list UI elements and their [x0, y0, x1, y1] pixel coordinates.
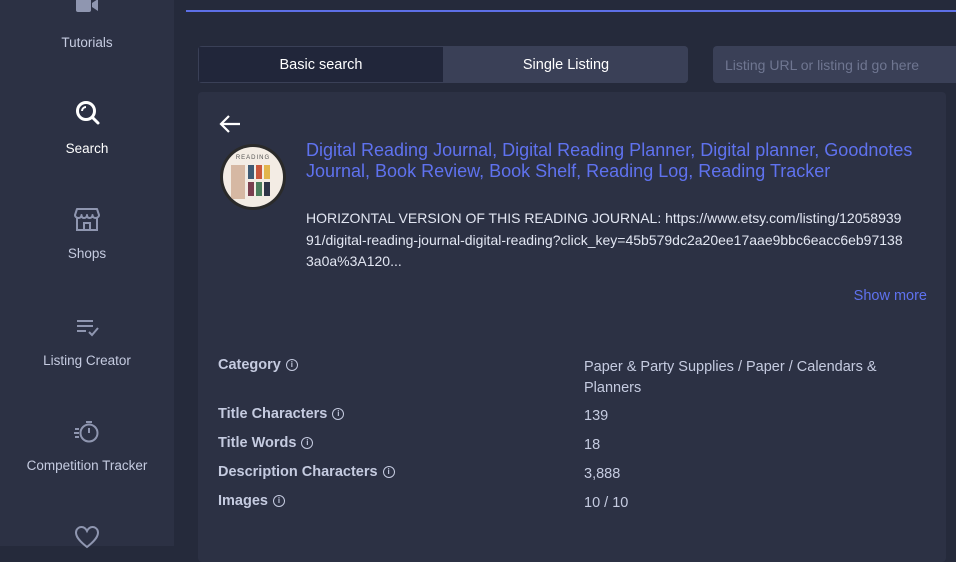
listing-description: HORIZONTAL VERSION OF THIS READING JOURN…: [306, 210, 903, 269]
detail-value: 18: [584, 437, 601, 453]
detail-value: 3,888: [584, 466, 621, 482]
detail-label: Images: [218, 493, 268, 509]
sidebar-item-tutorials[interactable]: Tutorials: [0, 0, 174, 50]
listing-thumbnail: READING: [220, 144, 286, 210]
info-icon[interactable]: i: [301, 437, 314, 449]
info-icon[interactable]: i: [285, 359, 298, 371]
sidebar-item-listing-creator[interactable]: Listing Creator: [0, 313, 174, 368]
info-icon[interactable]: i: [382, 466, 395, 478]
show-more-link[interactable]: Show more: [854, 288, 927, 304]
heart-icon: [74, 525, 100, 549]
search-icon: [76, 101, 100, 125]
info-icon[interactable]: i: [332, 408, 345, 420]
detail-value: Paper & Party Supplies / Paper / Calenda…: [584, 359, 877, 396]
sidebar-item-competition-tracker[interactable]: Competition Tracker: [0, 418, 174, 473]
header-divider: [186, 10, 956, 12]
sidebar-item-favorites[interactable]: [0, 523, 174, 551]
tab-basic-search[interactable]: Basic search: [198, 46, 444, 83]
sidebar-item-label: Competition Tracker: [26, 458, 148, 473]
search-mode-tabs: Basic search Single Listing: [198, 46, 688, 83]
detail-label: Category: [218, 357, 281, 373]
arrow-left-icon[interactable]: [218, 114, 242, 134]
sidebar: Tutorials Search Shops Listing Creator C…: [0, 0, 174, 549]
sidebar-item-label: Tutorials: [61, 35, 113, 50]
shop-icon: [74, 208, 100, 231]
listing-title-link[interactable]: Digital Reading Journal, Digital Reading…: [306, 140, 926, 182]
detail-value: 10 / 10: [584, 495, 629, 511]
thumbnail-caption: READING: [235, 155, 271, 161]
sidebar-item-label: Shops: [67, 246, 107, 261]
detail-label: Description Characters: [218, 464, 378, 480]
list-check-icon: [77, 320, 99, 337]
detail-label: Title Words: [218, 435, 297, 451]
detail-value: 139: [584, 408, 609, 424]
detail-label: Title Characters: [218, 406, 328, 422]
info-icon[interactable]: i: [272, 495, 285, 507]
sidebar-item-label: Search: [65, 141, 109, 156]
sidebar-item-shops[interactable]: Shops: [0, 205, 174, 261]
listing-panel: READING Digital Reading Journal, Digital…: [198, 92, 946, 562]
stopwatch-icon: [74, 421, 99, 443]
sidebar-item-label: Listing Creator: [43, 353, 131, 368]
listing-url-input[interactable]: [713, 46, 956, 83]
video-camera-icon: [76, 0, 98, 12]
tab-single-listing[interactable]: Single Listing: [444, 46, 688, 83]
sidebar-item-search[interactable]: Search: [0, 99, 174, 156]
